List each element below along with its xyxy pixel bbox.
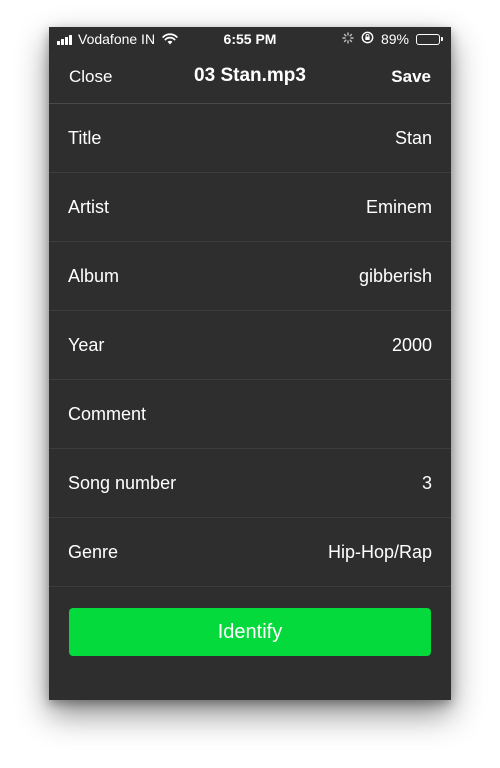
field-label: Album [68, 266, 120, 286]
field-label: Song number [68, 473, 177, 493]
field-label: Artist [68, 197, 110, 217]
field-row-artist[interactable]: Artist Eminem [49, 173, 451, 242]
save-button[interactable]: Save [391, 67, 431, 87]
field-value[interactable]: Eminem [366, 197, 432, 218]
field-value[interactable]: Hip-Hop/Rap [328, 542, 432, 563]
close-button[interactable]: Close [69, 67, 112, 87]
status-bar: Vodafone IN 6:55 PM 89% [49, 27, 451, 51]
field-label: Year [68, 335, 105, 355]
tag-field-list: Title Stan Artist Eminem Album gibberish… [49, 104, 451, 587]
battery-icon [416, 33, 443, 45]
field-label: Comment [68, 404, 147, 424]
phone-screen: Vodafone IN 6:55 PM 89% Close 03 Stan.mp… [49, 27, 451, 700]
activity-spinner-icon [342, 31, 354, 47]
field-value[interactable]: 3 [422, 473, 432, 494]
field-value[interactable]: 2000 [392, 335, 432, 356]
field-value[interactable]: Stan [395, 128, 432, 149]
field-label: Genre [68, 542, 119, 562]
field-row-song-number[interactable]: Song number 3 [49, 449, 451, 518]
status-right: 89% [335, 31, 443, 47]
field-label: Title [68, 128, 102, 148]
navigation-bar: Close 03 Stan.mp3 Save [49, 51, 451, 104]
orientation-lock-icon [361, 31, 374, 47]
field-row-album[interactable]: Album gibberish [49, 242, 451, 311]
field-row-genre[interactable]: Genre Hip-Hop/Rap [49, 518, 451, 587]
identify-button[interactable]: Identify [69, 608, 431, 656]
field-row-comment[interactable]: Comment [49, 380, 451, 449]
field-value[interactable]: gibberish [359, 266, 432, 287]
battery-percent: 89% [380, 31, 409, 47]
field-row-year[interactable]: Year 2000 [49, 311, 451, 380]
field-row-title[interactable]: Title Stan [49, 104, 451, 173]
